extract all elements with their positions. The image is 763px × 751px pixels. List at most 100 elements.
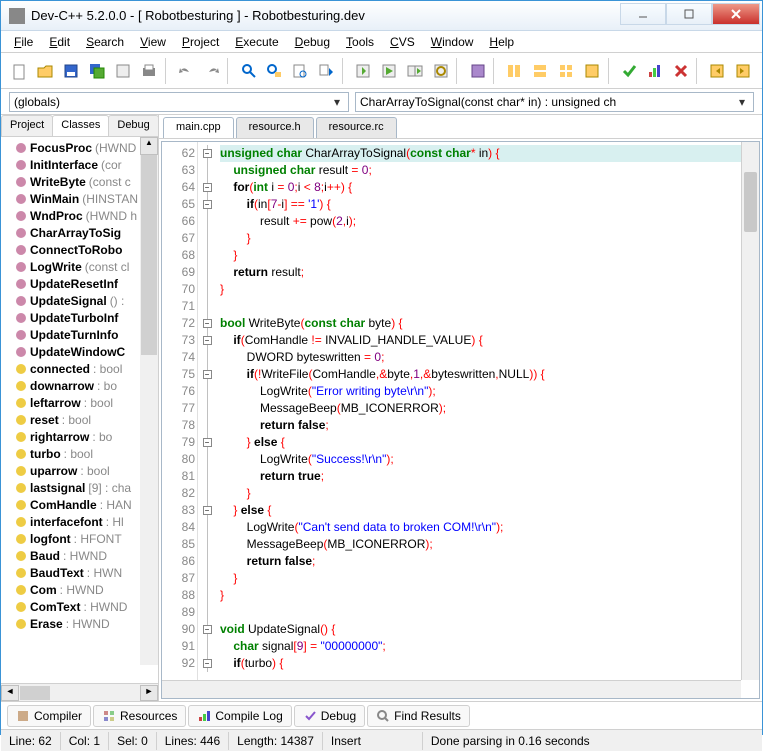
class-item[interactable]: leftarrow: bool <box>15 394 158 411</box>
fold-cell[interactable]: − <box>198 434 216 451</box>
fold-cell[interactable] <box>198 213 216 230</box>
class-item[interactable]: UpdateSignal() : <box>15 292 158 309</box>
bottom-tab-debug[interactable]: Debug <box>294 705 365 727</box>
rebuild-button[interactable] <box>428 58 453 84</box>
left-tab-project[interactable]: Project <box>1 115 53 136</box>
code-line[interactable]: return result; <box>220 264 759 281</box>
editor-tab[interactable]: resource.h <box>236 117 314 138</box>
class-item[interactable]: rightarrow: bo <box>15 428 158 445</box>
undo-button[interactable] <box>173 58 198 84</box>
editor-hscrollbar[interactable] <box>162 680 741 698</box>
class-item[interactable]: UpdateResetInf <box>15 275 158 292</box>
fold-cell[interactable] <box>198 604 216 621</box>
class-item[interactable]: Baud: HWND <box>15 547 158 564</box>
code-line[interactable]: } <box>220 247 759 264</box>
check-button[interactable] <box>616 58 641 84</box>
code-line[interactable]: } else { <box>220 434 759 451</box>
code-line[interactable]: LogWrite("Error writing byte\r\n"); <box>220 383 759 400</box>
code-line[interactable]: if(turbo) { <box>220 655 759 672</box>
close-button[interactable] <box>712 3 760 25</box>
bottom-tab-find-results[interactable]: Find Results <box>367 705 470 727</box>
code-line[interactable]: unsigned char result = 0; <box>220 162 759 179</box>
findfiles-button[interactable] <box>288 58 313 84</box>
code-line[interactable]: for(int i = 0;i < 8;i++) { <box>220 179 759 196</box>
bottom-tab-resources[interactable]: Resources <box>93 705 186 727</box>
code-line[interactable]: if(!WriteFile(ComHandle,&byte,1,&byteswr… <box>220 366 759 383</box>
menu-file[interactable]: File <box>7 33 40 51</box>
fold-cell[interactable] <box>198 417 216 434</box>
class-item[interactable]: CharArrayToSig <box>15 224 158 241</box>
fold-cell[interactable]: − <box>198 332 216 349</box>
scroll-thumb[interactable] <box>20 686 50 700</box>
fold-cell[interactable]: − <box>198 315 216 332</box>
class-item[interactable]: InitInterface(cor <box>15 156 158 173</box>
vscrollbar[interactable]: ▲ <box>140 137 158 665</box>
menu-help[interactable]: Help <box>482 33 521 51</box>
fold-cell[interactable]: − <box>198 196 216 213</box>
fold-cell[interactable] <box>198 162 216 179</box>
nav2-button[interactable] <box>731 58 756 84</box>
class-item[interactable]: UpdateTurboInf <box>15 309 158 326</box>
code-line[interactable] <box>220 604 759 621</box>
delete-button[interactable] <box>668 58 693 84</box>
nav1-button[interactable] <box>705 58 730 84</box>
fold-cell[interactable] <box>198 298 216 315</box>
goto-button[interactable] <box>314 58 339 84</box>
fold-cell[interactable]: − <box>198 145 216 162</box>
code-line[interactable]: bool WriteByte(const char byte) { <box>220 315 759 332</box>
fold-cell[interactable]: − <box>198 655 216 672</box>
fold-cell[interactable]: − <box>198 366 216 383</box>
fold-cell[interactable] <box>198 587 216 604</box>
fold-cell[interactable] <box>198 519 216 536</box>
minimize-button[interactable] <box>620 3 666 25</box>
hscrollbar[interactable]: ◄ ► <box>1 683 158 701</box>
code-line[interactable]: LogWrite("Can't send data to broken COM!… <box>220 519 759 536</box>
class-item[interactable]: reset: bool <box>15 411 158 428</box>
class-item[interactable]: downarrow: bo <box>15 377 158 394</box>
find-button[interactable] <box>236 58 261 84</box>
menu-tools[interactable]: Tools <box>339 33 381 51</box>
class-item[interactable]: uparrow: bool <box>15 462 158 479</box>
scroll-left-icon[interactable]: ◄ <box>1 685 19 701</box>
code-line[interactable]: if(in[7-i] == '1') { <box>220 196 759 213</box>
fold-cell[interactable] <box>198 485 216 502</box>
menu-project[interactable]: Project <box>175 33 226 51</box>
menu-edit[interactable]: Edit <box>42 33 77 51</box>
scroll-thumb[interactable] <box>744 172 757 232</box>
code-area[interactable]: unsigned char CharArrayToSignal(const ch… <box>216 142 759 698</box>
replace-button[interactable] <box>262 58 287 84</box>
class-item[interactable]: lastsignal[9] : cha <box>15 479 158 496</box>
class-item[interactable]: Com: HWND <box>15 581 158 598</box>
editor-vscrollbar[interactable] <box>741 142 759 680</box>
class-item[interactable]: ComHandle: HAN <box>15 496 158 513</box>
class-item[interactable]: WinMain(HINSTAN <box>15 190 158 207</box>
fold-column[interactable]: −−−−−−−−−− <box>198 142 216 698</box>
grid2-button[interactable] <box>528 58 553 84</box>
code-editor[interactable]: 6263646566676869707172737475767778798081… <box>161 141 760 699</box>
class-item[interactable]: turbo: bool <box>15 445 158 462</box>
compilerun-button[interactable] <box>402 58 427 84</box>
maximize-button[interactable] <box>666 3 712 25</box>
code-line[interactable]: } else { <box>220 502 759 519</box>
chart-button[interactable] <box>642 58 667 84</box>
code-line[interactable]: LogWrite("Success!\r\n"); <box>220 451 759 468</box>
close-button[interactable] <box>111 58 136 84</box>
editor-tab[interactable]: resource.rc <box>316 117 397 138</box>
fold-cell[interactable] <box>198 349 216 366</box>
left-tab-debug[interactable]: Debug <box>108 115 158 136</box>
code-line[interactable]: void UpdateSignal() { <box>220 621 759 638</box>
fold-cell[interactable]: − <box>198 179 216 196</box>
fold-cell[interactable] <box>198 264 216 281</box>
code-line[interactable]: if(ComHandle != INVALID_HANDLE_VALUE) { <box>220 332 759 349</box>
print-button[interactable] <box>137 58 162 84</box>
grid3-button[interactable] <box>554 58 579 84</box>
scroll-thumb[interactable] <box>141 155 157 355</box>
save-button[interactable] <box>59 58 84 84</box>
class-item[interactable]: BaudText: HWN <box>15 564 158 581</box>
grid4-button[interactable] <box>580 58 605 84</box>
code-line[interactable] <box>220 298 759 315</box>
code-line[interactable]: } <box>220 281 759 298</box>
fold-cell[interactable] <box>198 553 216 570</box>
compile-button[interactable] <box>351 58 376 84</box>
code-line[interactable]: return true; <box>220 468 759 485</box>
